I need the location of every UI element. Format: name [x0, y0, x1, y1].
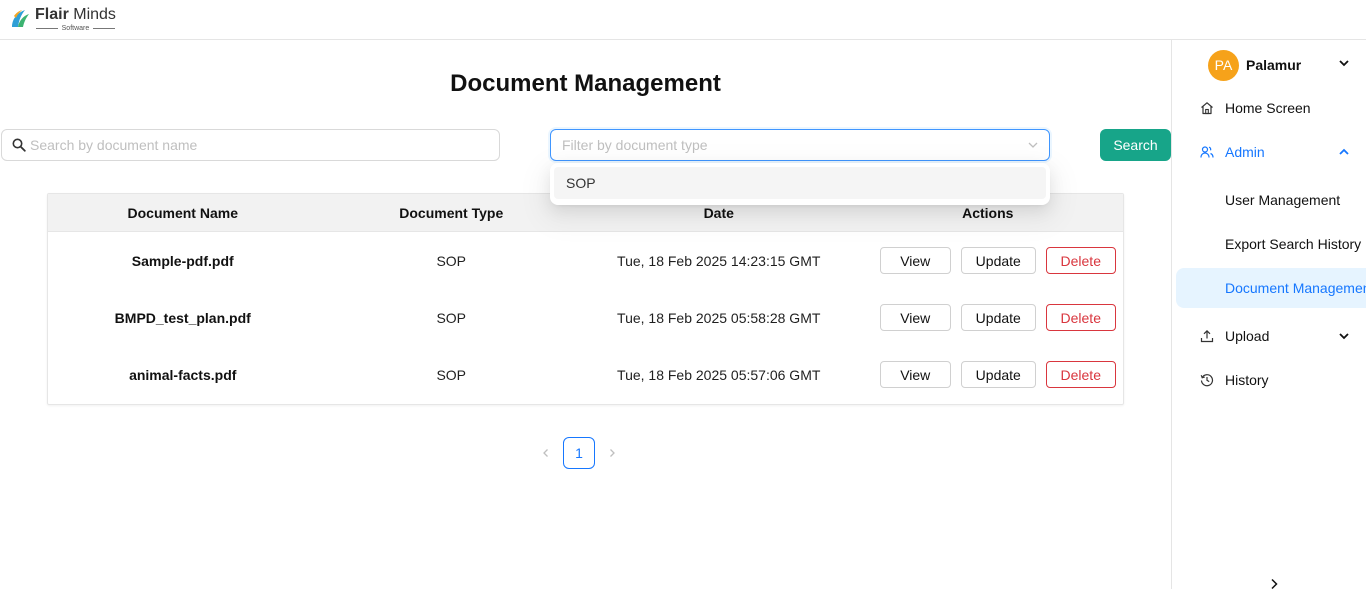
chevron-right-icon: [610, 449, 615, 457]
view-button[interactable]: View: [879, 361, 951, 388]
view-button[interactable]: View: [879, 304, 951, 331]
dropdown-option-sop[interactable]: SOP: [554, 167, 1046, 199]
brand-name-bold: Flair: [35, 5, 69, 23]
delete-button[interactable]: Delete: [1045, 247, 1116, 274]
collapse-sidebar-icon[interactable]: [1268, 578, 1280, 589]
cell-date: Tue, 18 Feb 2025 14:23:15 GMT: [617, 252, 821, 269]
sidebar-item-label: Home Screen: [1225, 100, 1311, 116]
logo-mark-icon: [12, 10, 29, 27]
main-content: Document Management Filter by document t…: [0, 40, 1171, 589]
cell-document-name: animal-facts.pdf: [129, 366, 237, 383]
chevron-up-icon: [1339, 148, 1349, 155]
column-header-date: Date: [703, 204, 734, 221]
search-input[interactable]: [30, 137, 470, 153]
sidebar-item-label: Admin: [1225, 144, 1265, 160]
cell-document-name: Sample-pdf.pdf: [131, 252, 234, 269]
pagination-prev[interactable]: [537, 437, 555, 469]
cell-document-type: SOP: [436, 252, 467, 269]
sidebar-item-document-management[interactable]: Document Management: [1176, 268, 1366, 308]
pagination-page-current[interactable]: 1: [563, 437, 595, 469]
sidebar-item-label: Export Search History: [1225, 236, 1362, 252]
admin-users-icon: [1200, 146, 1214, 158]
cell-date: Tue, 18 Feb 2025 05:57:06 GMT: [617, 366, 821, 383]
chevron-down-icon[interactable]: [1338, 57, 1350, 69]
table-row: BMPD_test_plan.pdf SOP Tue, 18 Feb 2025 …: [48, 289, 1123, 346]
update-button[interactable]: Update: [960, 361, 1036, 388]
chevron-down-icon: [1339, 333, 1349, 340]
chevron-down-icon: [1028, 142, 1038, 148]
upload-icon: [1200, 329, 1214, 343]
brand-name: Flair Minds: [35, 5, 116, 23]
delete-button[interactable]: Delete: [1045, 304, 1116, 331]
sidebar-item-label: History: [1225, 372, 1269, 388]
user-name: Palamur: [1246, 57, 1302, 73]
logo-text: Flair Minds Software: [35, 5, 116, 32]
view-button[interactable]: View: [879, 247, 951, 274]
cell-actions: View Update Delete: [852, 247, 1123, 274]
sidebar-item-home-screen[interactable]: Home Screen: [1172, 88, 1366, 128]
brand-tagline: Software: [36, 25, 116, 32]
brand-name-rest: Minds: [68, 5, 116, 23]
search-icon: [12, 138, 26, 152]
pagination: 1: [537, 437, 621, 469]
delete-button[interactable]: Delete: [1045, 361, 1116, 388]
user-menu[interactable]: PA Palamur: [1208, 49, 1301, 81]
page-title: Document Management: [450, 70, 721, 97]
column-header-actions: Actions: [962, 204, 1014, 221]
cell-actions: View Update Delete: [852, 361, 1123, 388]
sidebar-item-label: Upload: [1225, 328, 1270, 344]
sidebar-item-label: User Management: [1225, 192, 1341, 208]
update-button[interactable]: Update: [960, 304, 1036, 331]
cell-document-type: SOP: [436, 309, 467, 326]
brand-logo[interactable]: Flair Minds Software: [9, 5, 116, 33]
table-row: animal-facts.pdf SOP Tue, 18 Feb 2025 05…: [48, 346, 1123, 403]
search-button[interactable]: Search: [1100, 129, 1171, 161]
history-icon: [1200, 374, 1214, 387]
avatar: PA: [1208, 49, 1239, 81]
document-type-select[interactable]: Filter by document type: [550, 129, 1050, 161]
sidebar-item-admin[interactable]: Admin: [1172, 132, 1366, 172]
chevron-left-icon: [543, 449, 548, 457]
update-button[interactable]: Update: [960, 247, 1036, 274]
column-header-document-name: Document Name: [127, 204, 238, 221]
home-icon: [1201, 102, 1213, 115]
sidebar: PA Palamur Home Screen Admin User Manage…: [1171, 40, 1366, 589]
sidebar-item-history[interactable]: History: [1172, 360, 1366, 400]
cell-document-name: BMPD_test_plan.pdf: [114, 309, 251, 326]
documents-table: Document Name Document Type Date Actions…: [47, 193, 1124, 405]
pagination-next[interactable]: [603, 437, 621, 469]
sidebar-item-upload[interactable]: Upload: [1172, 316, 1366, 356]
sidebar-item-export-search-history[interactable]: Export Search History: [1176, 224, 1366, 264]
sidebar-item-user-management[interactable]: User Management: [1176, 180, 1366, 220]
sidebar-item-label: Document Management: [1225, 280, 1366, 296]
top-bar: Flair Minds Software: [0, 0, 1366, 40]
document-type-dropdown: SOP: [550, 163, 1050, 205]
cell-document-type: SOP: [436, 366, 467, 383]
search-box[interactable]: [1, 129, 500, 161]
cell-actions: View Update Delete: [852, 304, 1123, 331]
filter-placeholder: Filter by document type: [562, 137, 708, 153]
cell-date: Tue, 18 Feb 2025 05:58:28 GMT: [617, 309, 821, 326]
column-header-document-type: Document Type: [399, 204, 504, 221]
table-row: Sample-pdf.pdf SOP Tue, 18 Feb 2025 14:2…: [48, 232, 1123, 289]
